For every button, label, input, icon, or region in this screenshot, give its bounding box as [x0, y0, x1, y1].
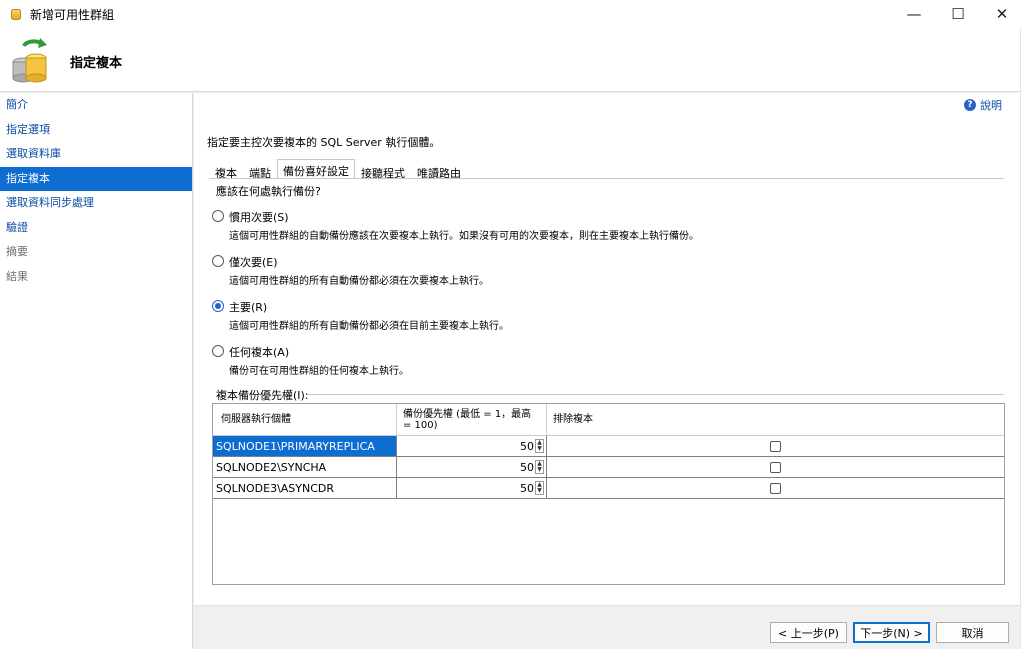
- instruction-text: 指定要主控次要複本的 SQL Server 執行個體。: [207, 136, 441, 149]
- priority-value[interactable]: 50: [520, 461, 534, 474]
- sidebar-item-validation[interactable]: 驗證: [0, 216, 192, 241]
- instance-cell[interactable]: SQLNODE1\PRIMARYREPLICA: [213, 436, 397, 456]
- table-row[interactable]: SQLNODE3\ASYNCDR 50 ▲ ▼: [213, 478, 1004, 499]
- sidebar-item-introduction[interactable]: 簡介: [0, 93, 192, 118]
- priority-cell[interactable]: 50 ▲ ▼: [397, 457, 547, 477]
- backup-priority-grid: 伺服器執行個體 備份優先權 (最低 = 1，最高 = 100) 排除複本 SQL…: [212, 403, 1005, 585]
- priority-cell[interactable]: 50 ▲ ▼: [397, 436, 547, 456]
- next-button[interactable]: 下一步(N) >: [853, 622, 930, 643]
- instance-cell[interactable]: SQLNODE2\SYNCHA: [213, 457, 397, 477]
- spin-down-icon[interactable]: ▼: [536, 446, 543, 452]
- scroll-strip: [1020, 28, 1024, 649]
- option-description: 這個可用性群組的自動備份應該在次要複本上執行。如果沒有可用的次要複本，則在主要複…: [229, 231, 699, 242]
- spin-buttons[interactable]: ▲ ▼: [535, 439, 544, 453]
- priority-cell[interactable]: 50 ▲ ▼: [397, 478, 547, 498]
- sidebar-item-results: 結果: [6, 269, 28, 283]
- exclude-cell: [547, 457, 1003, 477]
- sidebar-item-databases[interactable]: 選取資料庫: [0, 142, 192, 167]
- column-header-priority[interactable]: 備份優先權 (最低 = 1，最高 = 100): [397, 404, 547, 435]
- backup-question: 應該在何處執行備份?: [216, 185, 321, 198]
- priority-divider: [307, 394, 1004, 395]
- priority-value[interactable]: 50: [520, 482, 534, 495]
- window-controls: — ☐ ✕: [892, 0, 1024, 28]
- exclude-checkbox[interactable]: [769, 461, 781, 473]
- option-label: 僅次要(E): [229, 256, 278, 269]
- spin-buttons[interactable]: ▲ ▼: [535, 460, 544, 474]
- exclude-checkbox[interactable]: [769, 482, 781, 494]
- tab-divider: [209, 178, 1004, 179]
- option-description: 備份可在可用性群組的任何複本上執行。: [229, 366, 409, 377]
- back-button[interactable]: < 上一步(P): [770, 622, 847, 643]
- table-row[interactable]: SQLNODE1\PRIMARYREPLICA 50 ▲ ▼: [213, 436, 1004, 457]
- radio-any-replica[interactable]: [212, 345, 224, 357]
- spin-down-icon[interactable]: ▼: [536, 467, 543, 473]
- option-label: 慣用次要(S): [229, 211, 289, 224]
- tab-strip: 複本 端點 備份喜好設定 接聽程式 唯讀路由: [209, 159, 467, 180]
- footer-divider: [194, 605, 1020, 606]
- maximize-button[interactable]: ☐: [936, 0, 980, 28]
- close-button[interactable]: ✕: [980, 0, 1024, 28]
- minimize-button[interactable]: —: [892, 0, 936, 28]
- help-label: 說明: [980, 99, 1002, 112]
- sidebar-item-data-sync[interactable]: 選取資料同步處理: [0, 191, 192, 216]
- window-title: 新增可用性群組: [30, 7, 115, 22]
- tab-endpoints[interactable]: 端點: [243, 161, 277, 180]
- exclude-checkbox[interactable]: [769, 440, 781, 452]
- page-header: 指定複本: [0, 28, 1020, 92]
- grid-header: 伺服器執行個體 備份優先權 (最低 = 1，最高 = 100) 排除複本: [213, 404, 1004, 436]
- tab-listener[interactable]: 接聽程式: [355, 161, 411, 180]
- radio-secondary-only[interactable]: [212, 255, 224, 267]
- instance-cell[interactable]: SQLNODE3\ASYNCDR: [213, 478, 397, 498]
- tab-replicas[interactable]: 複本: [209, 161, 243, 180]
- sidebar-item-options[interactable]: 指定選項: [0, 118, 192, 143]
- option-label: 主要(R): [229, 301, 268, 314]
- option-description: 這個可用性群組的所有自動備份都必須在目前主要複本上執行。: [229, 321, 509, 332]
- tab-backup-preferences[interactable]: 備份喜好設定: [277, 159, 355, 179]
- help-icon: ?: [964, 99, 976, 111]
- cancel-button[interactable]: 取消: [936, 622, 1009, 643]
- priority-value[interactable]: 50: [520, 440, 534, 453]
- title-bar: 新增可用性群組 — ☐ ✕: [0, 0, 1024, 28]
- priority-section-label: 複本備份優先權(I):: [216, 389, 309, 402]
- exclude-cell: [547, 436, 1003, 456]
- main-panel: ? 說明 指定要主控次要複本的 SQL Server 執行個體。 複本 端點 備…: [194, 93, 1020, 605]
- availability-group-icon: [12, 38, 47, 83]
- help-link[interactable]: ? 說明: [964, 97, 1002, 113]
- tab-readonly-routing[interactable]: 唯讀路由: [411, 161, 467, 180]
- sidebar-item-summary: 摘要: [6, 245, 28, 258]
- option-label: 任何複本(A): [229, 346, 290, 359]
- radio-prefer-secondary[interactable]: [212, 210, 224, 222]
- radio-primary[interactable]: [212, 300, 224, 312]
- spin-down-icon[interactable]: ▼: [536, 488, 543, 494]
- column-header-instance[interactable]: 伺服器執行個體: [213, 404, 397, 435]
- page-title: 指定複本: [70, 56, 123, 71]
- spin-buttons[interactable]: ▲ ▼: [535, 481, 544, 495]
- column-header-exclude[interactable]: 排除複本: [547, 404, 1003, 435]
- table-row[interactable]: SQLNODE2\SYNCHA 50 ▲ ▼: [213, 457, 1004, 478]
- option-description: 這個可用性群組的所有自動備份都必須在次要複本上執行。: [229, 276, 489, 287]
- exclude-cell: [547, 478, 1003, 498]
- wizard-navigation: 簡介 指定選項 選取資料庫 指定複本 選取資料同步處理 驗證 摘要 結果: [0, 93, 193, 649]
- database-icon: [9, 7, 23, 21]
- sidebar-item-replicas[interactable]: 指定複本: [0, 166, 192, 191]
